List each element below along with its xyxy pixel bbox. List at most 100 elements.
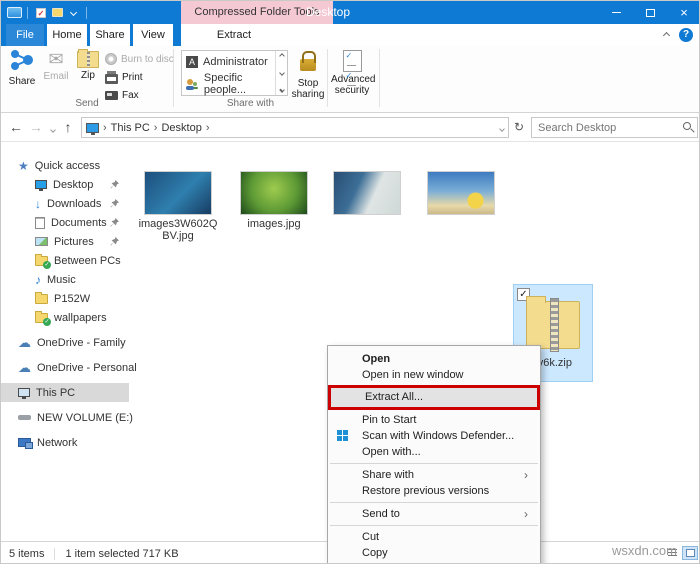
tab-home[interactable]: Home [47,24,87,46]
tab-file[interactable]: File [6,24,44,46]
menu-item-cut[interactable]: Cut [328,529,540,545]
help-icon[interactable]: ? [679,28,693,42]
sidebar-item-quick-access[interactable]: ★ Quick access [1,156,129,175]
sidebar-item-label: P152W [54,293,90,305]
zip-button[interactable]: Zip [73,49,103,81]
sidebar-item-wallpapers[interactable]: wallpapers [1,308,129,327]
network-icon [18,438,31,447]
maximize-button[interactable] [633,1,667,24]
menu-item-open-with[interactable]: Open with... [328,444,540,460]
breadcrumb-separator: › [154,122,158,134]
menu-item-open-in-new-window[interactable]: Open in new window [328,367,540,383]
share-with-administrator[interactable]: A Administrator [182,51,287,73]
sidebar-item-network[interactable]: Network [1,433,129,452]
ribbon: Share ✉ Email Zip Burn to disc Print Fax… [1,46,700,113]
folder-icon [35,294,48,304]
share-with-list: A Administrator Specific people... [181,50,288,96]
sidebar-item-onedrive-personal[interactable]: ☁ OneDrive - Personal [1,358,129,377]
send-group-label: Send [1,98,173,109]
close-button[interactable]: × [667,1,700,24]
forward-button[interactable]: → [27,113,45,142]
minimize-button[interactable] [599,1,633,24]
sidebar-item-this-pc[interactable]: This PC [1,383,129,402]
titlebar: ✓ Compressed Folder Tools Desktop × [1,1,700,24]
new-folder-qat-button[interactable] [49,6,65,20]
sidebar-item-documents[interactable]: Documents [1,213,129,232]
watermark: wsxdn.com [612,543,677,558]
email-button[interactable]: ✉ Email [41,49,71,82]
close-icon: × [680,1,688,24]
file-tile-images3w602qbv[interactable]: images3W602QBV.jpg [135,171,221,242]
share-with-specific-people[interactable]: Specific people... [182,73,287,95]
file-name: images.jpg [231,218,317,230]
tab-view[interactable]: View [133,24,173,46]
menu-item-extract-all[interactable]: Extract All... [331,388,537,407]
image-thumbnail [144,171,212,215]
large-icons-view-button[interactable] [682,546,698,560]
scroll-down-icon [279,70,285,76]
breadcrumb-desktop[interactable]: Desktop [161,122,201,134]
pictures-icon [35,237,48,246]
refresh-button[interactable]: ↻ [511,113,527,142]
zip-icon [77,51,99,68]
search-box [531,117,698,138]
file-name: images3W602QBV.jpg [135,218,221,242]
new-folder-icon [52,8,63,17]
administrator-icon: A [186,56,198,68]
menu-item-copy[interactable]: Copy [328,545,540,561]
sidebar-item-label: Downloads [47,198,101,210]
print-button[interactable]: Print [105,69,143,85]
scroll-more-icon [279,87,285,93]
breadcrumb[interactable]: › This PC › Desktop › [81,117,509,138]
sidebar-item-music[interactable]: ♪ Music [1,270,129,289]
disc-icon [105,53,117,65]
explorer-window: ✓ Compressed Folder Tools Desktop × File… [0,0,700,564]
sidebar-item-between-pcs[interactable]: Between PCs [1,251,129,270]
menu-item-label: Send to [362,508,400,520]
recent-locations-button[interactable] [47,113,59,142]
window-title: Desktop [306,1,350,24]
menu-item-send-to[interactable]: Send to › [328,506,540,522]
customize-qat-button[interactable] [65,6,81,20]
file-tile-images-jpg[interactable]: images.jpg [231,171,317,230]
menu-item-share-with[interactable]: Share with › [328,467,540,483]
main-area: ★ Quick access Desktop ↓ Downloads Docum… [1,142,700,541]
file-tile-hidden-2[interactable] [421,171,501,218]
windows-defender-icon [337,430,349,442]
up-button[interactable]: ↑ [59,113,77,142]
address-dropdown-button[interactable] [500,122,504,134]
file-tile-hidden-1[interactable] [327,171,407,218]
menu-item-pin-to-start[interactable]: Pin to Start [328,412,540,428]
sidebar-item-label: NEW VOLUME (E:) [37,412,133,424]
stop-sharing-button[interactable]: Stop sharing [289,49,327,100]
back-button[interactable]: ← [7,113,25,142]
search-icon[interactable] [683,122,691,130]
menu-item-open[interactable]: Open [328,351,540,367]
minimize-icon [612,12,621,13]
breadcrumb-this-pc[interactable]: This PC [111,122,150,134]
sidebar-item-new-volume[interactable]: NEW VOLUME (E:) [1,408,129,427]
sidebar-item-label: OneDrive - Personal [37,362,137,374]
advanced-security-button[interactable]: ✓✓ Advanced security [331,49,373,96]
minimize-ribbon-icon[interactable] [663,31,670,38]
item-count: 5 items [9,548,44,560]
properties-qat-button[interactable]: ✓ [33,6,49,20]
sidebar-item-desktop[interactable]: Desktop [1,175,129,194]
burn-to-disc-button[interactable]: Burn to disc [105,51,174,67]
chevron-down-icon [499,126,505,132]
sidebar-item-downloads[interactable]: ↓ Downloads [1,194,129,213]
share-button[interactable]: Share [7,49,37,87]
search-input[interactable] [538,119,678,136]
chevron-down-icon [69,9,76,16]
extract-all-highlight-box: Extract All... [328,385,540,410]
listbox-scrollbar[interactable] [275,51,287,95]
tab-extract[interactable]: Extract [197,24,271,46]
menu-item-scan-with-windows-defender[interactable]: Scan with Windows Defender... [328,428,540,444]
tab-share[interactable]: Share [90,24,130,46]
menu-item-restore-previous-versions[interactable]: Restore previous versions [328,483,540,499]
ribbon-tab-row: File Home Share View Extract ? [1,24,700,46]
sidebar-item-onedrive-family[interactable]: ☁ OneDrive - Family [1,333,129,352]
pin-icon [110,237,119,246]
sidebar-item-p152w[interactable]: P152W [1,289,129,308]
sidebar-item-pictures[interactable]: Pictures [1,232,129,251]
